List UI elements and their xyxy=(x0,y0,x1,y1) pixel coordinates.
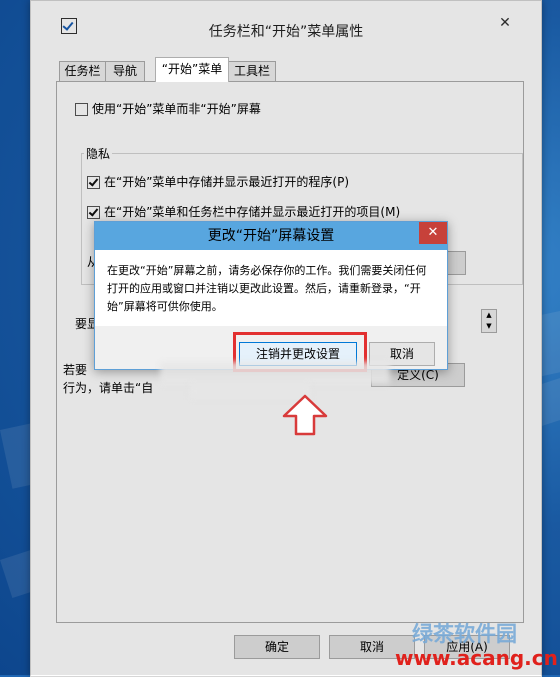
dialog-message: 在更改“开始”屏幕之前，请务必保存你的工作。我们需要关闭任何打开的应用或窗口并注… xyxy=(107,264,427,313)
tab-start-menu[interactable]: “开始”菜单 xyxy=(155,57,229,82)
blurred-region xyxy=(160,362,390,384)
up-arrow-icon xyxy=(282,394,328,436)
watermark-site-name: 绿茶软件园 xyxy=(412,622,517,646)
watermark-url: www.acang.cn xyxy=(395,646,558,670)
dialog-title: 更改“开始”屏幕设置 xyxy=(95,222,447,250)
dialog-body: 在更改“开始”屏幕之前，请务必保存你的工作。我们需要关闭任何打开的应用或窗口并注… xyxy=(95,250,447,326)
dialog-close-icon[interactable]: ✕ xyxy=(419,222,447,244)
